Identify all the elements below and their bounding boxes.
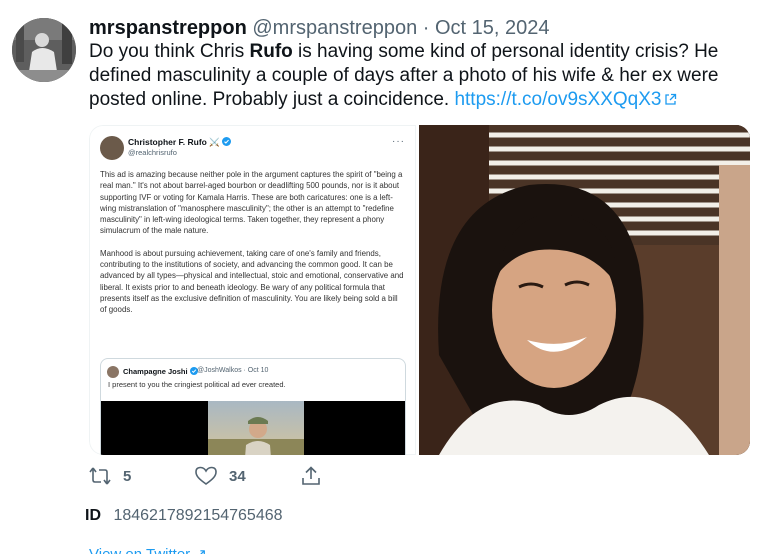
- woman-photo[interactable]: [419, 125, 750, 455]
- embedded-handle: @realchrisrufo: [128, 148, 177, 157]
- like-count: 34: [229, 467, 246, 485]
- crossed-swords-emoji: ⚔️: [209, 137, 220, 147]
- share-action[interactable]: [301, 466, 321, 486]
- retweet-icon[interactable]: [89, 466, 111, 486]
- quoted-video: [101, 401, 405, 455]
- quoted-handle: @JoshWalkos · Oct 10: [197, 367, 269, 374]
- tweet-id-row: ID 1846217892154765468: [85, 507, 283, 525]
- view-on-twitter-link[interactable]: View on Twitter ↗: [89, 545, 207, 554]
- quoted-author-name: Champagne Joshi: [123, 367, 188, 376]
- header-separator: ·: [422, 17, 430, 39]
- embedded-paragraph-1: This ad is amazing because neither pole …: [100, 170, 403, 236]
- heart-icon[interactable]: [195, 466, 217, 486]
- embedded-tweet-screenshot[interactable]: Christopher F. Rufo ⚔️ @realchrisrufo ··…: [89, 125, 416, 455]
- embedded-body: This ad is amazing because neither pole …: [100, 169, 406, 316]
- retweet-count: 5: [123, 467, 132, 485]
- author-handle[interactable]: @mrspanstreppon: [252, 17, 417, 39]
- tweet-date[interactable]: Oct 15, 2024: [435, 17, 550, 39]
- quoted-text: I present to you the cringiest political…: [108, 380, 286, 389]
- tweet-header: mrspanstreppon @mrspanstreppon · Oct 15,…: [89, 16, 550, 40]
- more-icon: ···: [392, 136, 405, 147]
- tweet-media[interactable]: Christopher F. Rufo ⚔️ @realchrisrufo ··…: [89, 125, 750, 455]
- quoted-tweet: Champagne Joshi @JoshWalkos · Oct 10 I p…: [100, 358, 406, 455]
- tweet-id-value: 1846217892154765468: [113, 507, 283, 524]
- like-action[interactable]: 34: [195, 466, 246, 486]
- tweet-text: Do you think Chris Rufo is having some k…: [89, 40, 729, 113]
- external-link-icon[interactable]: [664, 89, 677, 113]
- video-still-image: [208, 401, 304, 455]
- tweet-link[interactable]: https://t.co/ov9sXXQqX3: [454, 89, 661, 110]
- retweet-action[interactable]: 5: [89, 466, 131, 486]
- share-icon[interactable]: [301, 466, 321, 486]
- embedded-avatar: [100, 136, 124, 160]
- verified-badge-icon: [222, 137, 232, 146]
- author-avatar[interactable]: [12, 18, 76, 82]
- embedded-author: Christopher F. Rufo ⚔️: [128, 137, 232, 148]
- embedded-author-name: Christopher F. Rufo: [128, 137, 207, 147]
- author-name[interactable]: mrspanstreppon: [89, 17, 247, 39]
- embedded-paragraph-2: Manhood is about pursuing achievement, t…: [100, 248, 404, 315]
- tweet-text-highlight: Rufo: [249, 41, 293, 62]
- tweet-id-label: ID: [85, 507, 101, 524]
- tweet-text-before: Do you think Chris: [89, 41, 250, 62]
- quoted-avatar: [107, 366, 119, 378]
- quoted-author: Champagne Joshi: [123, 367, 198, 376]
